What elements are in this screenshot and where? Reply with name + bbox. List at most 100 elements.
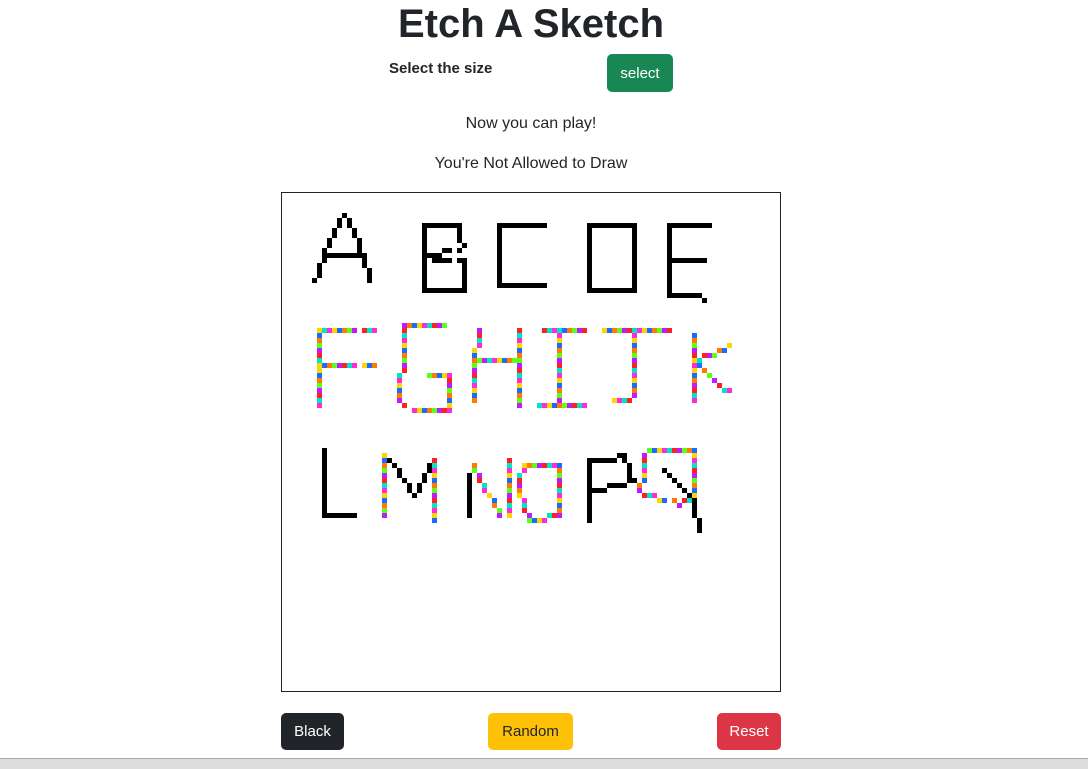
grid-cell — [527, 463, 532, 468]
grid-cell — [422, 253, 427, 258]
grid-cell — [352, 233, 357, 238]
grid-cell — [317, 403, 322, 408]
sketch-grid[interactable] — [281, 192, 781, 692]
grid-cell — [317, 263, 322, 268]
grid-cell — [357, 243, 362, 248]
grid-cell — [317, 328, 322, 333]
grid-cell — [622, 483, 627, 488]
grid-cell — [447, 388, 452, 393]
grid-cell — [432, 323, 437, 328]
grid-cell — [507, 358, 512, 363]
grid-cell — [432, 503, 437, 508]
grid-cell — [472, 463, 477, 468]
grid-cell — [667, 273, 672, 278]
grid-cell — [447, 408, 452, 413]
sketch-canvas[interactable] — [282, 193, 780, 691]
grid-cell — [517, 488, 522, 493]
grid-cell — [612, 288, 617, 293]
grid-cell — [517, 373, 522, 378]
grid-cell — [342, 253, 347, 258]
grid-cell — [322, 258, 327, 263]
grid-cell — [317, 393, 322, 398]
grid-cell — [312, 278, 317, 283]
grid-cell — [587, 228, 592, 233]
random-color-button[interactable]: Random — [488, 713, 573, 750]
grid-cell — [492, 498, 497, 503]
grid-cell — [422, 223, 427, 228]
grid-cell — [617, 328, 622, 333]
grid-cell — [497, 233, 502, 238]
grid-cell — [572, 403, 577, 408]
grid-cell — [632, 228, 637, 233]
grid-cell — [667, 328, 672, 333]
grid-cell — [587, 278, 592, 283]
grid-cell — [557, 383, 562, 388]
reset-button[interactable]: Reset — [717, 713, 781, 750]
grid-cell — [557, 478, 562, 483]
grid-cell — [677, 223, 682, 228]
grid-cell — [432, 463, 437, 468]
grid-cell — [532, 518, 537, 523]
grid-cell — [692, 388, 697, 393]
grid-cell — [432, 513, 437, 518]
grid-cell — [697, 293, 702, 298]
grid-cell — [442, 323, 447, 328]
grid-cell — [587, 493, 592, 498]
grid-cell — [632, 338, 637, 343]
grid-cell — [677, 293, 682, 298]
grid-cell — [642, 478, 647, 483]
grid-cell — [557, 483, 562, 488]
grid-cell — [662, 448, 667, 453]
grid-cell — [672, 223, 677, 228]
grid-cell — [432, 223, 437, 228]
grid-cell — [467, 473, 472, 478]
grid-cell — [337, 363, 342, 368]
grid-cell — [517, 358, 522, 363]
grid-cell — [692, 363, 697, 368]
grid-cell — [382, 488, 387, 493]
grid-cell — [367, 328, 372, 333]
grid-cell — [642, 473, 647, 478]
grid-cell — [612, 458, 617, 463]
grid-cell — [692, 373, 697, 378]
grid-cell — [587, 468, 592, 473]
black-color-button[interactable]: Black — [281, 713, 344, 750]
grid-cell — [647, 448, 652, 453]
grid-cell — [497, 268, 502, 273]
grid-cell — [557, 388, 562, 393]
grid-cell — [602, 488, 607, 493]
grid-cell — [402, 363, 407, 368]
grid-cell — [517, 348, 522, 353]
grid-cell — [422, 278, 427, 283]
grid-cell — [657, 498, 662, 503]
grid-cell — [317, 383, 322, 388]
grid-cell — [682, 488, 687, 493]
grid-cell — [327, 363, 332, 368]
grid-cell — [422, 258, 427, 263]
grid-cell — [322, 513, 327, 518]
grid-cell — [557, 378, 562, 383]
grid-cell — [632, 238, 637, 243]
grid-cell — [422, 273, 427, 278]
grid-cell — [502, 283, 507, 288]
grid-cell — [382, 458, 387, 463]
grid-cell — [627, 288, 632, 293]
select-size-button[interactable]: select — [607, 54, 673, 92]
grid-cell — [667, 293, 672, 298]
grid-cell — [692, 488, 697, 493]
grid-cell — [562, 403, 567, 408]
grid-cell — [692, 343, 697, 348]
grid-cell — [382, 453, 387, 458]
grid-cell — [597, 288, 602, 293]
grid-cell — [317, 343, 322, 348]
grid-cell — [322, 448, 327, 453]
grid-cell — [497, 248, 502, 253]
grid-cell — [457, 258, 462, 263]
grid-cell — [422, 228, 427, 233]
grid-cell — [492, 358, 497, 363]
grid-cell — [442, 258, 447, 263]
grid-cell — [332, 328, 337, 333]
grid-cell — [367, 268, 372, 273]
grid-cell — [532, 463, 537, 468]
grid-cell — [507, 493, 512, 498]
